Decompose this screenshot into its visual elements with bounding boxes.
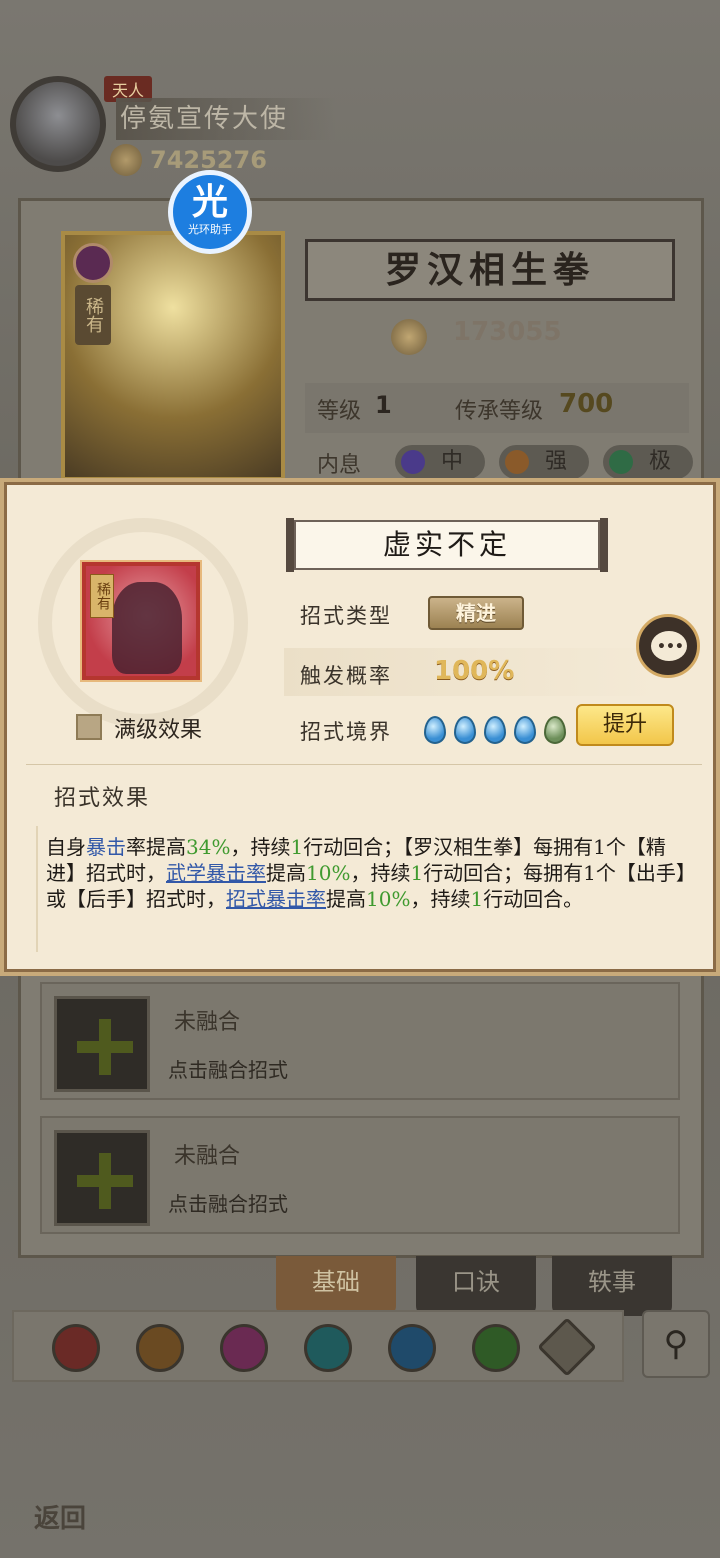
trigger-prob-label: 触发概率	[300, 664, 392, 688]
fist-filter-icon[interactable]	[220, 1324, 268, 1372]
palm-filter-icon[interactable]	[304, 1324, 352, 1372]
fusion-title: 未融合	[174, 1010, 241, 1035]
realm-drop-empty-icon	[544, 716, 566, 744]
tab-anecdote[interactable]: 轶事	[552, 1256, 672, 1316]
trigger-prob-row: 触发概率 100%	[284, 648, 664, 696]
blade-filter-icon[interactable]	[136, 1324, 184, 1372]
other-filter-icon[interactable]	[537, 1317, 597, 1377]
taiji-filter-icon[interactable]	[388, 1324, 436, 1372]
effect-seg: 行动回合。	[483, 887, 584, 911]
effect-seg-value: 34%	[186, 835, 231, 859]
realm-drop-icon	[424, 716, 446, 744]
move-type-label: 招式类型	[300, 604, 392, 628]
skill-card-art: 稀有	[61, 231, 285, 481]
effect-seg-keyword: 暴击	[86, 835, 126, 859]
neixi-label: 内息	[317, 453, 362, 478]
realm-drop-icon	[514, 716, 536, 744]
chat-button[interactable]: •••	[636, 614, 700, 678]
fusion-slot-2[interactable]: 未融合 点击融合招式	[40, 1116, 680, 1234]
fusion-title: 未融合	[174, 1144, 241, 1169]
effect-seg: 率提高	[126, 835, 186, 859]
power-coin-icon	[110, 144, 142, 176]
popup-divider	[26, 764, 702, 765]
helper-badge[interactable]: 光 光环助手	[168, 170, 252, 254]
sword-filter-icon[interactable]	[52, 1324, 100, 1372]
inherit-level-value: 700	[559, 389, 614, 419]
effect-seg-value: 10%	[366, 887, 411, 911]
weapon-filter-bar	[12, 1310, 624, 1382]
power-coin-icon	[391, 319, 427, 355]
neixi-row: 内息 中 强 极	[305, 441, 695, 481]
tab-basic[interactable]: 基础	[276, 1256, 396, 1316]
detail-tabs: 基础 口诀 轶事	[276, 1256, 686, 1316]
effect-text: 自身暴击率提高34%，持续1行动回合；【罗汉相生拳】每拥有1个【精进】招式时，武…	[46, 834, 686, 912]
effect-seg: ，持续	[410, 887, 471, 911]
fist-emblem-icon	[73, 243, 113, 283]
max-level-checkbox[interactable]	[76, 714, 102, 740]
effect-seg: ，持续	[350, 861, 411, 885]
effect-seg: 自身	[46, 835, 86, 859]
level-label: 等级	[317, 399, 362, 424]
realm-label: 招式境界	[300, 720, 392, 744]
search-button[interactable]: ⚲	[642, 1310, 710, 1378]
move-icon: 稀有	[82, 562, 200, 680]
effect-title: 招式效果	[54, 786, 151, 811]
search-icon: ⚲	[663, 1324, 689, 1364]
neixi-chip-extreme[interactable]: 极	[603, 445, 693, 479]
crescent-icon	[609, 450, 633, 474]
fusion-hint: 点击融合招式	[168, 1058, 288, 1082]
effect-seg: ，持续	[230, 835, 291, 859]
effect-seg: 提高	[266, 861, 306, 885]
back-button[interactable]: 返回	[20, 1464, 100, 1544]
helper-badge-label: 光环助手	[188, 223, 232, 236]
skill-title: 罗汉相生拳	[305, 239, 675, 301]
effect-seg-value: 1	[470, 887, 484, 911]
plus-icon[interactable]	[54, 1130, 150, 1226]
tab-formula[interactable]: 口诀	[416, 1256, 536, 1316]
player-name: 停氨宣传大使	[116, 98, 336, 140]
effect-seg-value: 1	[410, 861, 424, 885]
upgrade-button[interactable]: 提升	[576, 704, 674, 746]
player-header: 天人 停氨宣传大使 7425276	[6, 72, 346, 182]
card-rarity-tag: 稀有	[75, 285, 111, 345]
realm-drop-icon	[484, 716, 506, 744]
max-level-label: 满级效果	[114, 718, 203, 743]
figure-silhouette-icon	[112, 582, 182, 674]
effect-seg: 提高	[326, 887, 366, 911]
player-avatar[interactable]	[10, 76, 106, 172]
neixi-chip-strong[interactable]: 强	[499, 445, 589, 479]
level-row: 等级 1 传承等级 700	[305, 383, 689, 433]
inherit-level-label: 传承等级	[455, 399, 544, 424]
effect-seg-value: 1	[290, 835, 304, 859]
chat-dots-icon: •••	[657, 639, 684, 655]
fusion-slot-1[interactable]: 未融合 点击融合招式	[40, 982, 680, 1100]
moon-icon	[401, 450, 425, 474]
move-name: 虚实不定	[286, 518, 608, 572]
skill-power-row: 173055	[391, 311, 601, 363]
realm-drop-icon	[454, 716, 476, 744]
sun-icon	[505, 450, 529, 474]
move-type-row: 招式类型 精进	[284, 588, 664, 636]
neixi-chip-mid[interactable]: 中	[395, 445, 485, 479]
plus-icon[interactable]	[54, 996, 150, 1092]
skill-power-value: 173055	[453, 317, 562, 347]
effect-seg-link[interactable]: 招式暴击率	[226, 887, 326, 911]
effect-seg-value: 10%	[306, 861, 351, 885]
level-value: 1	[375, 391, 392, 419]
dart-filter-icon[interactable]	[472, 1324, 520, 1372]
fusion-hint: 点击融合招式	[168, 1192, 288, 1216]
effect-seg-link[interactable]: 武学暴击率	[166, 861, 266, 885]
trigger-prob-value: 100%	[434, 656, 515, 686]
move-type-badge: 精进	[428, 596, 524, 630]
move-rarity-tag: 稀有	[90, 574, 114, 618]
